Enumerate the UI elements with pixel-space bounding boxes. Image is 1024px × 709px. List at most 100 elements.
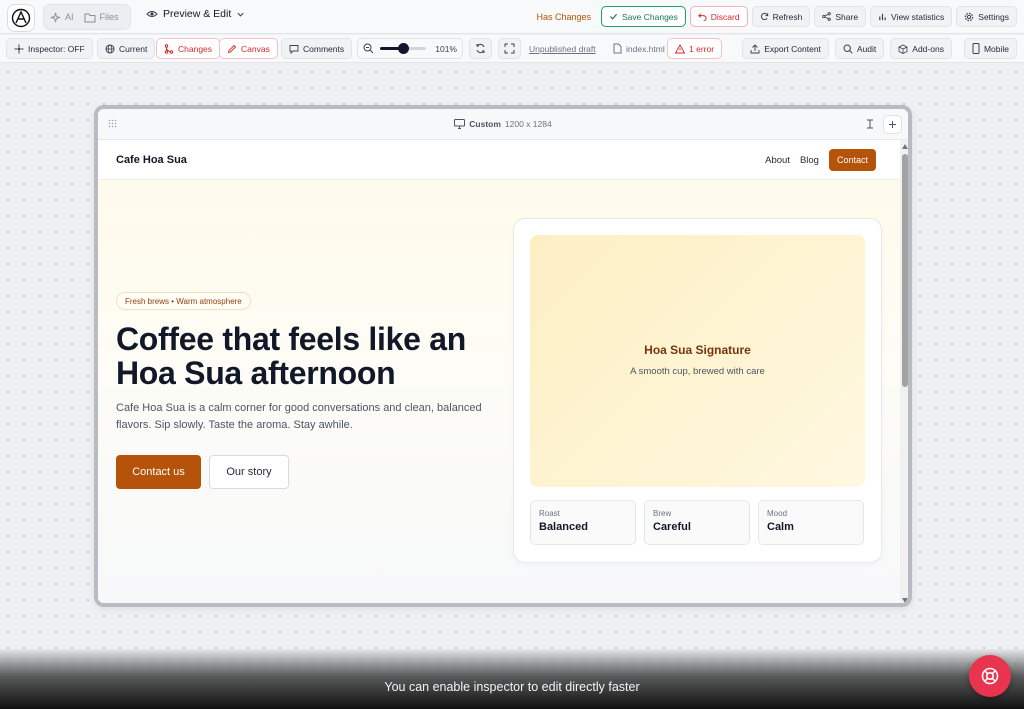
stat-label: Roast [539,509,560,518]
seg-ai[interactable]: AI [50,12,74,23]
export-content-button[interactable]: Export Content [742,38,829,59]
sync-button[interactable] [469,38,492,59]
mobile-button[interactable]: Mobile [963,38,1017,59]
share-label: Share [835,11,859,22]
contact-us-button[interactable]: Contact us [116,455,201,489]
nav-link-about[interactable]: About [765,155,790,166]
preview-frame-bar: Custom 1200 x 1284 [98,109,908,140]
git-branch-icon [164,43,174,54]
undo-icon [697,13,707,21]
comments-label: Comments [303,43,345,54]
site-preview: Cafe Hoa Sua About Blog Contact Fresh br… [98,140,900,603]
check-icon [609,13,618,20]
discard-button[interactable]: Discard [689,6,748,27]
zoom-value: 101% [435,43,457,54]
scroll-up-arrow[interactable] [902,144,908,149]
mobile-icon [972,43,980,54]
export-content-label: Export Content [764,43,821,54]
nav-contact-button[interactable]: Contact [828,149,876,171]
stat-card-mood: Mood Calm [758,500,864,545]
signature-media: Hoa Sua Signature A smooth cup, brewed w… [530,235,865,487]
signature-subtitle: A smooth cup, brewed with care [630,366,765,377]
addons-button[interactable]: Add-ons [890,38,952,59]
stat-card-brew: Brew Careful [644,500,750,545]
refresh-icon [760,12,768,21]
settings-button[interactable]: Settings [956,6,1017,27]
top-bar: AI Files Preview & Edit Has Changes Save… [0,0,1024,34]
inspector-hint-text: You can enable inspector to edit directl… [384,680,640,694]
stat-value: Calm [767,521,794,533]
stat-label: Brew [653,509,672,518]
hero-section: Fresh brews • Warm atmosphere Coffee tha… [98,180,900,603]
comments-button[interactable]: Comments [281,38,353,59]
audit-button[interactable]: Audit [834,38,885,59]
inspector-hint-banner: You can enable inspector to edit directl… [0,649,1024,709]
app-logo[interactable] [7,4,35,32]
fullscreen-button[interactable] [498,38,521,59]
globe-icon [105,44,115,53]
top-actions: Has Changes Save Changes Discard Refresh… [536,6,1017,27]
current-label: Current [119,43,148,54]
changes-button[interactable]: Changes [156,38,221,59]
viewport-size-label: Custom [469,119,501,129]
site-brand[interactable]: Cafe Hoa Sua [116,154,187,166]
app-logo-icon [11,8,31,28]
canvas-button[interactable]: Canvas [219,38,278,59]
preview-scrollbar[interactable] [900,140,908,603]
unpublished-draft-link[interactable]: Unpublished draft [529,44,596,54]
audit-label: Audit [856,43,877,54]
fullscreen-icon [504,43,515,54]
lifebuoy-icon [981,667,999,685]
package-icon [898,44,908,54]
hero-headline: Coffee that feels like an Hoa Sua aftern… [116,321,466,391]
zoom-slider-knob[interactable] [397,43,409,54]
has-changes-label: Has Changes [536,11,592,22]
plus-icon [889,121,896,128]
scroll-thumb[interactable] [902,154,908,387]
mobile-label: Mobile [983,43,1009,54]
inspector-toggle[interactable]: Inspector: OFF [6,38,93,59]
bar-chart-icon [879,13,886,21]
errors-label: 1 error [689,43,715,54]
settings-label: Settings [978,11,1009,22]
view-statistics-button[interactable]: View statistics [870,6,953,27]
share-button[interactable]: Share [814,6,867,27]
comment-icon [289,44,299,54]
mode-label: Preview & Edit [163,8,232,20]
export-icon [750,43,760,53]
sparkle-icon [50,12,61,22]
refresh-button[interactable]: Refresh [751,6,811,27]
file-name: index.html [626,43,665,54]
add-viewport-button[interactable] [883,115,902,134]
stat-value: Balanced [539,521,588,533]
site-navbar: Cafe Hoa Sua About Blog Contact [98,140,900,180]
seg-files-label: Files [99,12,119,22]
scroll-down-arrow[interactable] [902,598,908,603]
monitor-icon [454,119,466,129]
chevron-down-icon [237,12,244,17]
zoom-slider[interactable] [380,43,426,54]
nav-link-blog[interactable]: Blog [800,155,819,166]
preview-frame: Custom 1200 x 1284 Cafe Hoa Sua About Bl… [94,105,912,607]
current-button[interactable]: Current [97,38,156,59]
errors-button[interactable]: 1 error [667,38,723,59]
file-indicator[interactable]: index.html [613,43,665,54]
stat-label: Mood [767,509,788,518]
seg-files[interactable]: Files [84,12,119,23]
mode-selector[interactable]: Preview & Edit [146,8,245,20]
discard-label: Discard [710,11,740,22]
hero-paragraph: Cafe Hoa Sua is a calm corner for good c… [116,402,482,431]
viewport-size: Custom 1200 x 1284 [98,119,908,129]
changes-label: Changes [178,43,213,54]
editor-toolbar: Inspector: OFF Current Changes Canvas Co… [0,35,1024,63]
save-changes-button[interactable]: Save Changes [601,6,686,27]
help-button[interactable] [969,655,1011,697]
resize-icon[interactable] [866,119,874,129]
zoom-out-icon[interactable] [363,43,374,54]
share-icon [822,12,832,21]
site-nav-links: About Blog Contact [765,149,876,171]
hero-badge: Fresh brews • Warm atmosphere [116,292,251,310]
file-icon [613,43,622,54]
our-story-button[interactable]: Our story [209,455,289,489]
canvas-label: Canvas [241,43,270,54]
